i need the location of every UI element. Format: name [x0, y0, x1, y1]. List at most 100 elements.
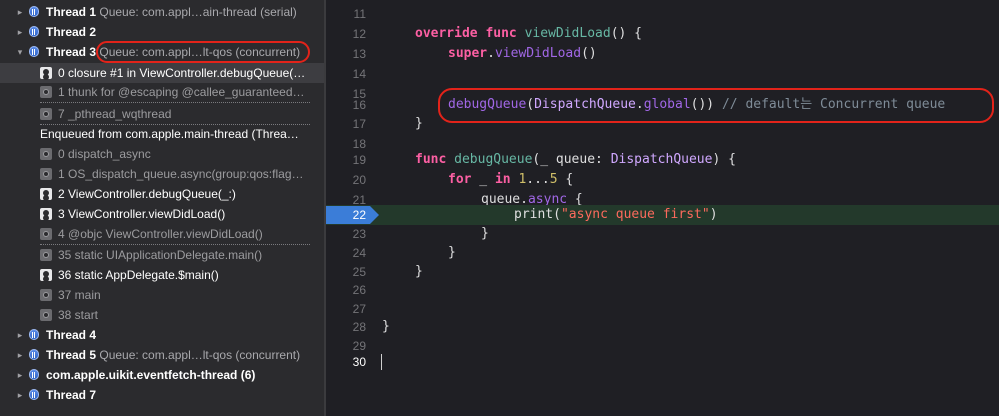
line-number: 11	[353, 7, 366, 21]
disclosure-closed-icon[interactable]: ▸	[14, 328, 26, 342]
stack-frame-row[interactable]: 3 ViewController.viewDidLoad()	[0, 204, 324, 224]
code-text: override func viewDidLoad() {	[415, 24, 642, 44]
member-token: global	[643, 97, 691, 112]
thread-row-4[interactable]: ▸ Thread 4	[0, 325, 324, 345]
code-line: 30	[326, 352, 999, 372]
line-number: 25	[352, 265, 366, 279]
line-number: 17	[352, 117, 366, 131]
frame-label: 7 _pthread_wqthread	[58, 107, 172, 121]
disclosure-open-icon[interactable]: ▾	[14, 45, 26, 59]
thread-queue: Queue: com.appl…lt-qos (concurrent)	[99, 348, 301, 362]
thread-row-7[interactable]: ▸ Thread 7	[0, 385, 324, 405]
code-line: 27	[326, 299, 999, 319]
stack-frame-row[interactable]: 7 _pthread_wqthread	[0, 104, 324, 124]
source-editor[interactable]: 11 12 override func viewDidLoad() { 13 s…	[326, 0, 999, 416]
stack-frame-row[interactable]: 35 static UIApplicationDelegate.main()	[0, 245, 324, 265]
stack-frame-row[interactable]: 37 main	[0, 285, 324, 305]
thread-row-3[interactable]: ▾ Thread 3 Queue: com.appl…lt-qos (concu…	[0, 42, 324, 62]
plain-token: .	[487, 46, 495, 61]
thread-queue: Queue: com.appl…lt-qos (concurrent)	[99, 45, 301, 59]
system-frame-icon	[40, 228, 52, 240]
plain-token: ) {	[712, 152, 736, 167]
code-text: debugQueue(DispatchQueue.global()) // de…	[448, 95, 945, 115]
line-number: 13	[352, 47, 366, 61]
disclosure-closed-icon[interactable]: ▸	[14, 388, 26, 402]
type-token: DispatchQueue	[610, 152, 713, 167]
frame-label: 2 ViewController.debugQueue(_:)	[58, 187, 236, 201]
line-number: 22	[352, 208, 366, 222]
keyword-token: in	[494, 172, 511, 187]
code-text: }	[415, 116, 423, 131]
disclosure-closed-icon[interactable]: ▸	[14, 348, 26, 362]
function-call-token: print	[514, 207, 554, 222]
frame-separator	[40, 102, 310, 103]
user-code-frame-icon	[40, 188, 52, 200]
line-number: 23	[352, 227, 366, 241]
code-line: 25 }	[326, 262, 999, 282]
stack-frame-row[interactable]: 0 dispatch_async	[0, 144, 324, 164]
thread-label: Thread 1 Queue: com.appl…ain-thread (ser…	[46, 2, 297, 22]
stack-frame-row[interactable]: 36 static AppDelegate.$main()	[0, 265, 324, 285]
user-code-frame-icon	[40, 67, 52, 79]
stack-frame-row[interactable]: 4 @objc ViewController.viewDidLoad()	[0, 224, 324, 244]
line-number: 28	[352, 320, 366, 334]
line-number: 19	[352, 153, 366, 167]
code-text: for _ in 1...5 {	[448, 170, 573, 190]
thread-icon	[29, 389, 39, 400]
thread-name: Thread 3	[46, 45, 97, 59]
code-line: 19 func debugQueue(_ queue: DispatchQueu…	[326, 150, 999, 170]
function-name-token: viewDidLoad	[524, 26, 611, 41]
disclosure-closed-icon[interactable]: ▸	[14, 25, 26, 39]
stack-frame-row[interactable]: 2 ViewController.debugQueue(_:)	[0, 184, 324, 204]
plain-token: _	[471, 172, 495, 187]
type-token: DispatchQueue	[534, 97, 636, 112]
line-number: 14	[352, 67, 366, 81]
code-line: 12 override func viewDidLoad() {	[326, 24, 999, 44]
stack-frame-row[interactable]: 38 start	[0, 305, 324, 325]
thread-row-1[interactable]: ▸ Thread 1 Queue: com.appl…ain-thread (s…	[0, 2, 324, 22]
plain-token: .	[635, 97, 644, 112]
thread-row-eventfetch[interactable]: ▸ com.apple.uikit.eventfetch-thread (6)	[0, 365, 324, 385]
thread-icon	[29, 329, 39, 340]
thread-row-2[interactable]: ▸ Thread 2	[0, 22, 324, 42]
stack-frame-row[interactable]: 1 thunk for @escaping @callee_guaranteed…	[0, 82, 324, 102]
stack-frame-row[interactable]: 0 closure #1 in ViewController.debugQueu…	[0, 63, 324, 83]
text-cursor	[381, 354, 382, 370]
plain-token: ()	[581, 46, 597, 61]
user-code-frame-icon	[40, 269, 52, 281]
system-frame-icon	[40, 148, 52, 160]
plain-token: )	[709, 207, 718, 222]
stack-frame-row[interactable]: 1 OS_dispatch_queue.async(group:qos:flag…	[0, 164, 324, 184]
string-literal-token: "async queue first"	[560, 207, 710, 222]
thread-icon	[29, 369, 39, 380]
keyword-token: for	[448, 172, 472, 187]
code-text: }	[448, 245, 456, 260]
user-code-frame-icon	[40, 208, 52, 220]
code-line: 28 }	[326, 317, 999, 337]
line-number: 16	[352, 98, 366, 112]
thread-label: Thread 5 Queue: com.appl…lt-qos (concurr…	[46, 345, 300, 365]
disclosure-closed-icon[interactable]: ▸	[14, 5, 26, 19]
disclosure-closed-icon[interactable]: ▸	[14, 368, 26, 382]
line-number: 12	[352, 27, 366, 41]
frame-label: 38 start	[58, 308, 99, 322]
code-line: 26	[326, 280, 999, 300]
thread-queue: Queue: com.appl…ain-thread (serial)	[99, 5, 297, 19]
keyword-token: func	[415, 152, 447, 167]
code-line: 20 for _ in 1...5 {	[326, 170, 999, 190]
debug-navigator: ▸ Thread 1 Queue: com.appl…ain-thread (s…	[0, 0, 324, 416]
plain-token: ())	[690, 97, 722, 112]
code-text: }	[481, 226, 489, 241]
function-call-token: debugQueue	[448, 97, 527, 112]
function-name-token: debugQueue	[454, 152, 533, 167]
code-text: }	[415, 264, 423, 279]
thread-row-5[interactable]: ▸ Thread 5 Queue: com.appl…lt-qos (concu…	[0, 345, 324, 365]
current-execution-line: 22 print("async queue first")	[326, 205, 999, 225]
system-frame-icon	[40, 249, 52, 261]
code-text: func debugQueue(_ queue: DispatchQueue) …	[415, 150, 736, 170]
line-number: 24	[352, 246, 366, 260]
xcode-debug-window: ▸ Thread 1 Queue: com.appl…ain-thread (s…	[0, 0, 999, 416]
thread-name: Thread 2	[46, 25, 97, 39]
line-number: 27	[352, 302, 366, 316]
plain-token: () {	[610, 26, 642, 41]
